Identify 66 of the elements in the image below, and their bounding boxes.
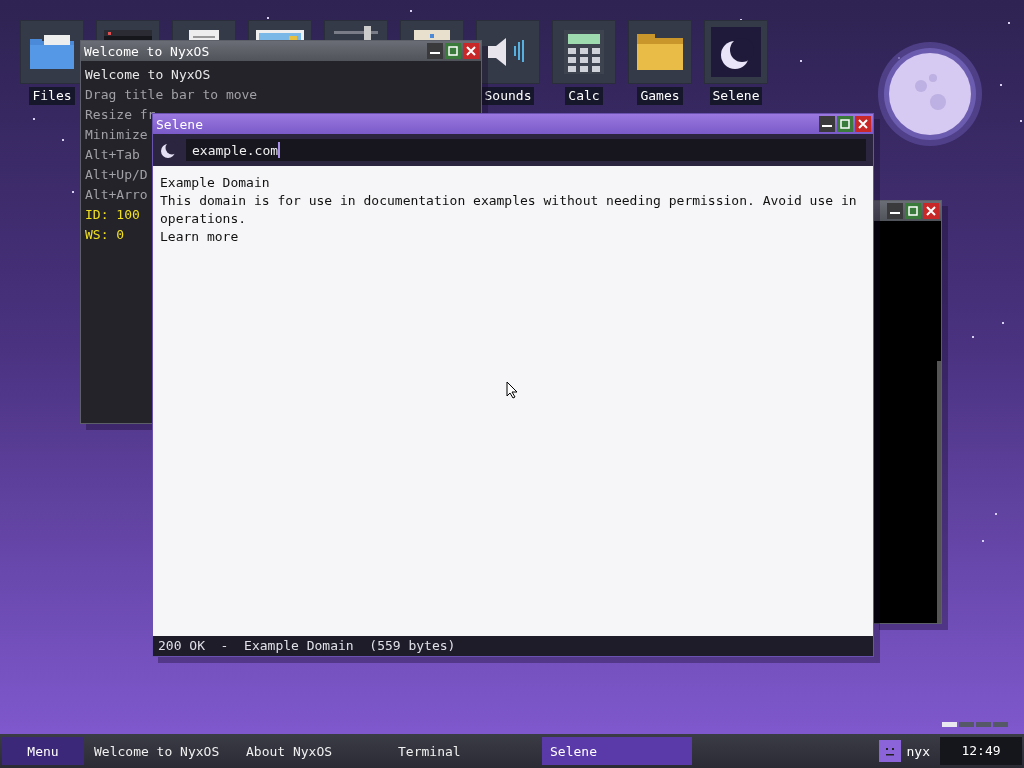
taskbar-item[interactable]: About NyxOS (238, 737, 388, 765)
maximize-button[interactable] (837, 116, 853, 132)
page-paragraph: This domain is for use in documentation examples without needing permission. Avoid use in operations. (160, 192, 858, 228)
app-tile[interactable] (324, 20, 388, 40)
url-field[interactable]: example.com (186, 139, 866, 161)
app-label: Calc (565, 87, 603, 105)
clock: 12:49 (940, 737, 1022, 765)
app-tile[interactable] (20, 20, 84, 84)
text-line: ID: 100 (85, 206, 140, 224)
app-tile[interactable] (552, 20, 616, 84)
taskbar-item[interactable]: Selene (542, 737, 692, 765)
taskbar-item[interactable]: Terminal (390, 737, 540, 765)
calculator-icon (564, 30, 604, 74)
maximize-icon (448, 46, 458, 56)
user-name: nyx (906, 743, 930, 759)
slider-icon (334, 26, 378, 40)
taskbar-item[interactable]: Welcome to NyxOS (86, 737, 236, 765)
text-line: Alt+Arro (85, 186, 148, 204)
minimize-button[interactable] (819, 116, 835, 132)
status-bar: 200 OK - Example Domain (559 bytes) (153, 636, 873, 656)
title-bar[interactable]: Welcome to NyxOS (81, 41, 481, 61)
window-title: Welcome to NyxOS (84, 43, 210, 59)
app-label: Selene (709, 87, 763, 105)
maximize-icon (908, 206, 918, 216)
folder-icon (637, 34, 683, 70)
text-line: WS: 0 (85, 226, 125, 244)
user-avatar-icon (878, 740, 901, 762)
mouse-cursor-icon (506, 381, 518, 399)
app-label: Sounds (481, 87, 535, 105)
learn-more-link[interactable]: Learn more (160, 229, 239, 244)
close-button[interactable] (855, 116, 871, 132)
maximize-button[interactable] (445, 43, 461, 59)
minimize-button[interactable] (427, 43, 443, 59)
title-bar[interactable]: Selene (153, 114, 873, 134)
close-icon (926, 206, 936, 216)
maximize-button[interactable] (905, 203, 921, 219)
text-line: Alt+Up/D (85, 166, 148, 184)
close-icon (858, 119, 868, 129)
app-label: Files (29, 87, 75, 105)
folder-icon (30, 35, 74, 69)
crescent-moon-icon (160, 141, 178, 159)
minimize-button[interactable] (887, 203, 903, 219)
text-line: Alt+Tab (85, 146, 140, 164)
app-tile[interactable] (400, 20, 464, 40)
app-tile[interactable] (96, 20, 160, 40)
app-tile[interactable] (248, 20, 312, 40)
title-bar[interactable] (874, 201, 941, 221)
app-tile[interactable] (628, 20, 692, 84)
menu-button[interactable]: Menu (2, 737, 84, 765)
page-heading: Example Domain (160, 174, 271, 192)
text-line: Resize fr (85, 106, 156, 124)
close-button[interactable] (923, 203, 939, 219)
app-label: Games (637, 87, 683, 105)
app-tile[interactable] (172, 20, 236, 40)
window-title: Selene (156, 116, 203, 132)
app-tile[interactable] (704, 20, 768, 84)
app-tile[interactable] (476, 20, 540, 84)
maximize-icon (840, 119, 850, 129)
scrollbar[interactable] (937, 361, 941, 623)
close-button[interactable] (463, 43, 479, 59)
text-line: Drag title bar to move (85, 86, 258, 104)
note-icon (414, 30, 450, 40)
text-line: Welcome to NyxOS (85, 66, 211, 84)
crescent-moon-icon (711, 27, 761, 77)
text-line: Minimize (85, 126, 148, 144)
close-icon (466, 46, 476, 56)
